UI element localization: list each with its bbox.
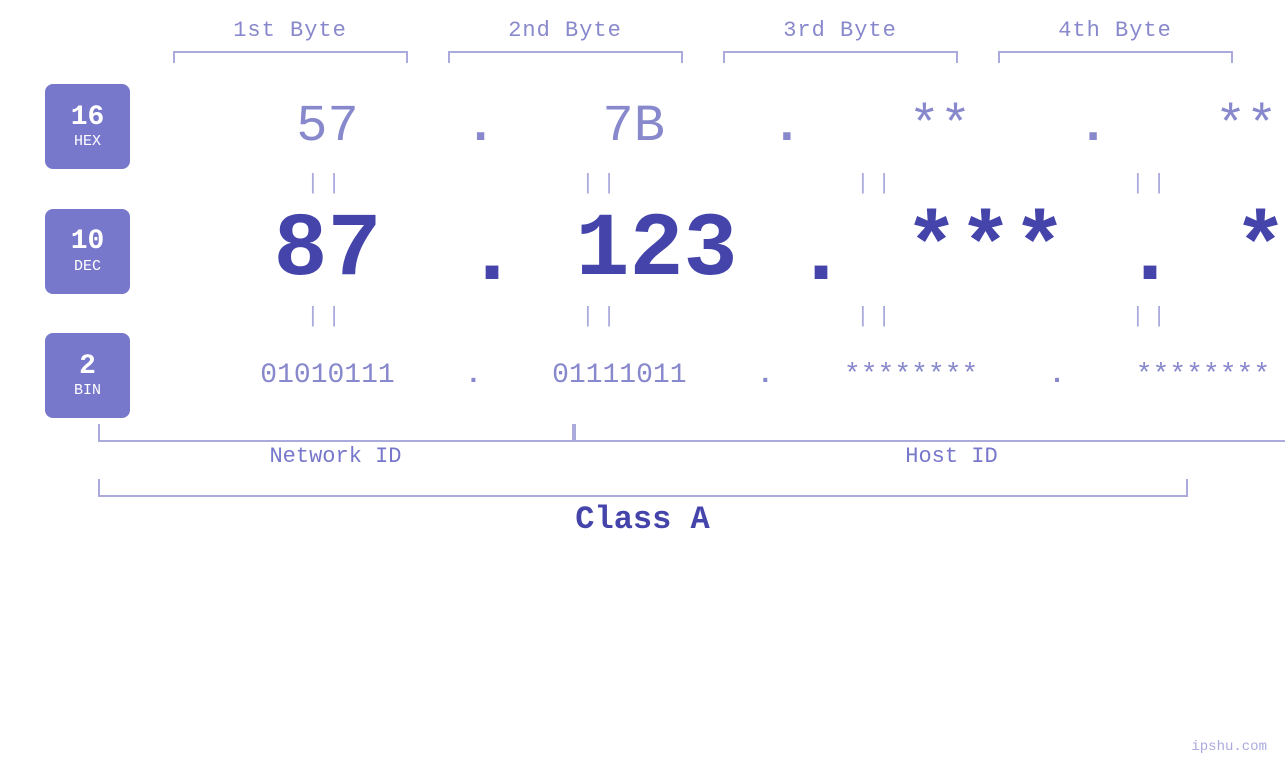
network-id-label: Network ID bbox=[98, 444, 574, 469]
byte4-label: 4th Byte bbox=[1058, 18, 1172, 43]
byte-col-1: 1st Byte bbox=[153, 18, 428, 43]
hex-b4-value: ** bbox=[1215, 97, 1277, 156]
bin-values: 01010111 . 01111011 . ******** . *******… bbox=[190, 360, 1285, 391]
bin-dot3: . bbox=[1049, 362, 1066, 390]
dec-dot1: . bbox=[465, 211, 519, 301]
bin-byte1: 01010111 bbox=[190, 360, 465, 391]
hex-b3-value: ** bbox=[909, 97, 971, 156]
class-bracket-row bbox=[73, 479, 1285, 497]
dec-badge: 10 DEC bbox=[45, 209, 130, 294]
equals-values-2: || || || || bbox=[190, 304, 1285, 329]
byte-col-4: 4th Byte bbox=[978, 18, 1253, 43]
dec-b4-value: *** bbox=[1234, 200, 1285, 302]
bin-badge-num: 2 bbox=[79, 352, 96, 383]
eq1-col3: || bbox=[740, 171, 1015, 196]
bin-b1-value: 01010111 bbox=[260, 360, 394, 391]
hex-byte3: ** bbox=[802, 97, 1077, 156]
dec-b3-value: *** bbox=[905, 200, 1067, 302]
class-label: Class A bbox=[575, 501, 709, 538]
dec-byte3: *** bbox=[848, 200, 1123, 302]
bracket-line-3 bbox=[723, 51, 958, 63]
bin-dot1: . bbox=[465, 362, 482, 390]
eq2-col1: || bbox=[190, 304, 465, 329]
bin-b3-value: ******** bbox=[844, 360, 978, 391]
hex-badge: 16 HEX bbox=[45, 84, 130, 169]
bin-b2-value: 01111011 bbox=[552, 360, 686, 391]
eq2-col4: || bbox=[1015, 304, 1285, 329]
equals-row-2: || || || || bbox=[0, 302, 1285, 331]
dec-badge-label: DEC bbox=[74, 258, 101, 275]
byte-headers: 1st Byte 2nd Byte 3rd Byte 4th Byte bbox=[60, 0, 1285, 43]
bracket-line-2 bbox=[448, 51, 683, 63]
eq1-col2: || bbox=[465, 171, 740, 196]
bin-dot2: . bbox=[757, 362, 774, 390]
dec-values: 87 . 123 . *** . *** bbox=[190, 200, 1285, 302]
dec-b1-value: 87 bbox=[273, 200, 381, 302]
dec-byte1: 87 bbox=[190, 200, 465, 302]
dec-badge-num: 10 bbox=[71, 227, 105, 258]
equals-row-1: || || || || bbox=[0, 169, 1285, 198]
bin-badge: 2 BIN bbox=[45, 333, 130, 418]
bracket-1 bbox=[153, 51, 428, 69]
hex-badge-num: 16 bbox=[71, 103, 105, 134]
dec-dot2: . bbox=[794, 211, 848, 301]
hex-byte2: 7B bbox=[496, 97, 771, 156]
dec-byte4: *** bbox=[1177, 200, 1285, 302]
byte2-label: 2nd Byte bbox=[508, 18, 622, 43]
hex-dot1: . bbox=[465, 101, 496, 153]
eq1-col1: || bbox=[190, 171, 465, 196]
byte-col-3: 3rd Byte bbox=[703, 18, 978, 43]
hex-b1-value: 57 bbox=[296, 97, 358, 156]
hex-b2-value: 7B bbox=[603, 97, 665, 156]
eq2-col2: || bbox=[465, 304, 740, 329]
byte3-label: 3rd Byte bbox=[783, 18, 897, 43]
hex-badge-label: HEX bbox=[74, 133, 101, 150]
host-bracket bbox=[574, 424, 1285, 442]
hex-dot2: . bbox=[771, 101, 802, 153]
hex-values: 57 . 7B . ** . ** bbox=[190, 97, 1285, 156]
watermark: ipshu.com bbox=[1191, 739, 1267, 755]
dec-byte2: 123 bbox=[519, 200, 794, 302]
host-id-label: Host ID bbox=[574, 444, 1285, 469]
bracket-line-4 bbox=[998, 51, 1233, 63]
hex-dot3: . bbox=[1077, 101, 1108, 153]
bracket-2 bbox=[428, 51, 703, 69]
top-brackets bbox=[60, 51, 1285, 69]
byte1-label: 1st Byte bbox=[233, 18, 347, 43]
equals-values-1: || || || || bbox=[190, 171, 1285, 196]
bin-row: 2 BIN 01010111 . 01111011 . ******** . *… bbox=[0, 333, 1285, 418]
hex-byte1: 57 bbox=[190, 97, 465, 156]
class-bracket bbox=[98, 479, 1188, 497]
bin-byte4: ******** bbox=[1065, 360, 1285, 391]
class-label-row: Class A bbox=[0, 501, 1285, 538]
bin-byte3: ******** bbox=[774, 360, 1049, 391]
hex-row: 16 HEX 57 . 7B . ** . ** bbox=[0, 84, 1285, 169]
bin-byte2: 01111011 bbox=[482, 360, 757, 391]
bottom-brackets bbox=[73, 424, 1285, 442]
network-bracket bbox=[98, 424, 574, 442]
eq2-col3: || bbox=[740, 304, 1015, 329]
bracket-line-1 bbox=[173, 51, 408, 63]
dec-b2-value: 123 bbox=[576, 200, 738, 302]
byte-col-2: 2nd Byte bbox=[428, 18, 703, 43]
bracket-3 bbox=[703, 51, 978, 69]
id-label-row: Network ID Host ID bbox=[73, 444, 1285, 469]
dec-dot3: . bbox=[1123, 211, 1177, 301]
bin-b4-value: ******** bbox=[1136, 360, 1270, 391]
eq1-col4: || bbox=[1015, 171, 1285, 196]
dec-row: 10 DEC 87 . 123 . *** . *** bbox=[0, 200, 1285, 302]
bracket-4 bbox=[978, 51, 1253, 69]
bin-badge-label: BIN bbox=[74, 382, 101, 399]
hex-byte4: ** bbox=[1109, 97, 1285, 156]
main-container: 1st Byte 2nd Byte 3rd Byte 4th Byte 16 H… bbox=[0, 0, 1285, 767]
